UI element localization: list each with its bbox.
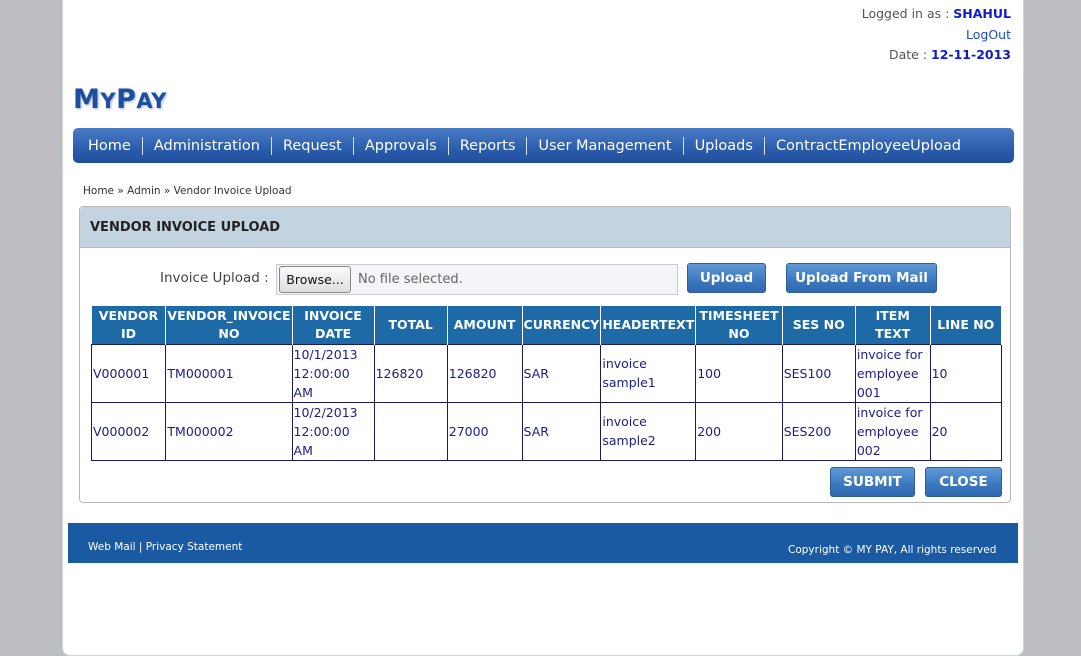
- nav-home[interactable]: Home: [77, 137, 142, 155]
- table-cell: V000001: [90, 343, 167, 403]
- footer: Web Mail | Privacy Statement Copyright ©…: [68, 523, 1018, 563]
- upload-from-mail-button[interactable]: Upload From Mail: [786, 263, 937, 293]
- web-mail-link[interactable]: Web Mail: [88, 541, 136, 553]
- table-cell: 10: [929, 343, 1003, 403]
- col-ses-no: SES NO: [782, 306, 856, 344]
- footer-separator: |: [135, 541, 146, 553]
- table-cell: TM000002: [165, 401, 293, 461]
- col-item-text: ITEM TEXT: [855, 306, 931, 344]
- table-cell: 10/2/2013 12:00:00 AM: [291, 401, 375, 461]
- file-status-text: No file selected.: [358, 272, 463, 287]
- col-amount: AMOUNT: [447, 306, 523, 344]
- table-cell: TM000001: [165, 343, 293, 403]
- table-cell: SES200: [781, 401, 856, 461]
- table-cell: [373, 401, 448, 461]
- date-label: Date :: [888, 47, 932, 62]
- col-currency: CURRENCY: [522, 306, 602, 344]
- user-info: Logged in as : SHAHUL LogOut Date : 12-1…: [862, 4, 1011, 66]
- table-cell: invoice for employee 001: [854, 343, 931, 403]
- table-cell: SAR: [521, 343, 602, 403]
- table-cell: 10/1/2013 12:00:00 AM: [291, 343, 375, 403]
- date-line: Date : 12-11-2013: [862, 45, 1011, 66]
- logged-in-line: Logged in as : SHAHUL: [862, 4, 1011, 25]
- col-total: TOTAL: [374, 306, 448, 344]
- breadcrumb: Home » Admin » Vendor Invoice Upload: [83, 185, 292, 197]
- nav-administration[interactable]: Administration: [143, 137, 271, 155]
- invoice-upload-label: Invoice Upload :: [160, 270, 269, 286]
- nav-approvals[interactable]: Approvals: [354, 137, 448, 155]
- privacy-statement-link[interactable]: Privacy Statement: [146, 541, 243, 553]
- table-cell: 200: [695, 401, 783, 461]
- browse-button[interactable]: Browse...: [279, 266, 351, 293]
- copyright-text: Copyright © MY PAY, All rights reserved: [788, 544, 997, 556]
- nav-uploads[interactable]: Uploads: [684, 137, 764, 155]
- table-row: V000001 TM000001 10/1/2013 12:00:00 AM 1…: [90, 343, 1003, 403]
- upload-button[interactable]: Upload: [687, 263, 766, 293]
- main-nav: Home Administration Request Approvals Re…: [73, 128, 1014, 163]
- date-value: 12-11-2013: [931, 47, 1011, 62]
- table-header-row: VENDOR ID VENDOR_INVOICE NO INVOICE DATE…: [91, 306, 1003, 344]
- logged-in-label: Logged in as :: [861, 6, 954, 21]
- invoice-file-input[interactable]: Browse... No file selected.: [276, 264, 678, 295]
- nav-request[interactable]: Request: [272, 137, 353, 155]
- table-cell: 27000: [446, 401, 523, 461]
- col-invoice-date: INVOICE DATE: [292, 306, 375, 344]
- table-cell: invoice for employee 002: [854, 401, 931, 461]
- panel-title: VENDOR INVOICE UPLOAD: [80, 207, 1010, 248]
- vendor-invoice-panel: VENDOR INVOICE UPLOAD Invoice Upload : B…: [79, 206, 1011, 503]
- col-timesheet-no: TIMESHEET NO: [695, 306, 783, 344]
- col-line-no: LINE NO: [930, 306, 1003, 344]
- table-cell: 126820: [373, 343, 448, 403]
- nav-reports[interactable]: Reports: [449, 137, 527, 155]
- table-cell: 126820: [446, 343, 523, 403]
- submit-button[interactable]: SUBMIT: [830, 467, 915, 497]
- invoice-table: VENDOR ID VENDOR_INVOICE NO INVOICE DATE…: [90, 306, 1003, 461]
- logout-link[interactable]: LogOut: [966, 27, 1011, 42]
- table-cell: SES100: [781, 343, 856, 403]
- close-button[interactable]: CLOSE: [925, 467, 1002, 497]
- table-cell: 20: [929, 401, 1003, 461]
- table-row: V000002 TM000002 10/2/2013 12:00:00 AM 2…: [90, 401, 1003, 461]
- table-cell: invoice sample1: [600, 343, 697, 403]
- user-name: SHAHUL: [953, 6, 1011, 21]
- table-cell: SAR: [521, 401, 602, 461]
- col-headertext: HEADERTEXT: [600, 306, 697, 344]
- table-cell: 100: [695, 343, 783, 403]
- mypay-logo: MYPAY: [73, 84, 167, 115]
- nav-user-management[interactable]: User Management: [527, 137, 682, 155]
- col-vendor-invoice-no: VENDOR_INVOICE NO: [165, 306, 293, 344]
- table-cell: invoice sample2: [600, 401, 697, 461]
- nav-contract-employee-upload[interactable]: ContractEmployeeUpload: [765, 137, 972, 155]
- footer-links: Web Mail | Privacy Statement: [88, 541, 242, 553]
- col-vendor-id: VENDOR ID: [91, 306, 167, 344]
- table-cell: V000002: [90, 401, 167, 461]
